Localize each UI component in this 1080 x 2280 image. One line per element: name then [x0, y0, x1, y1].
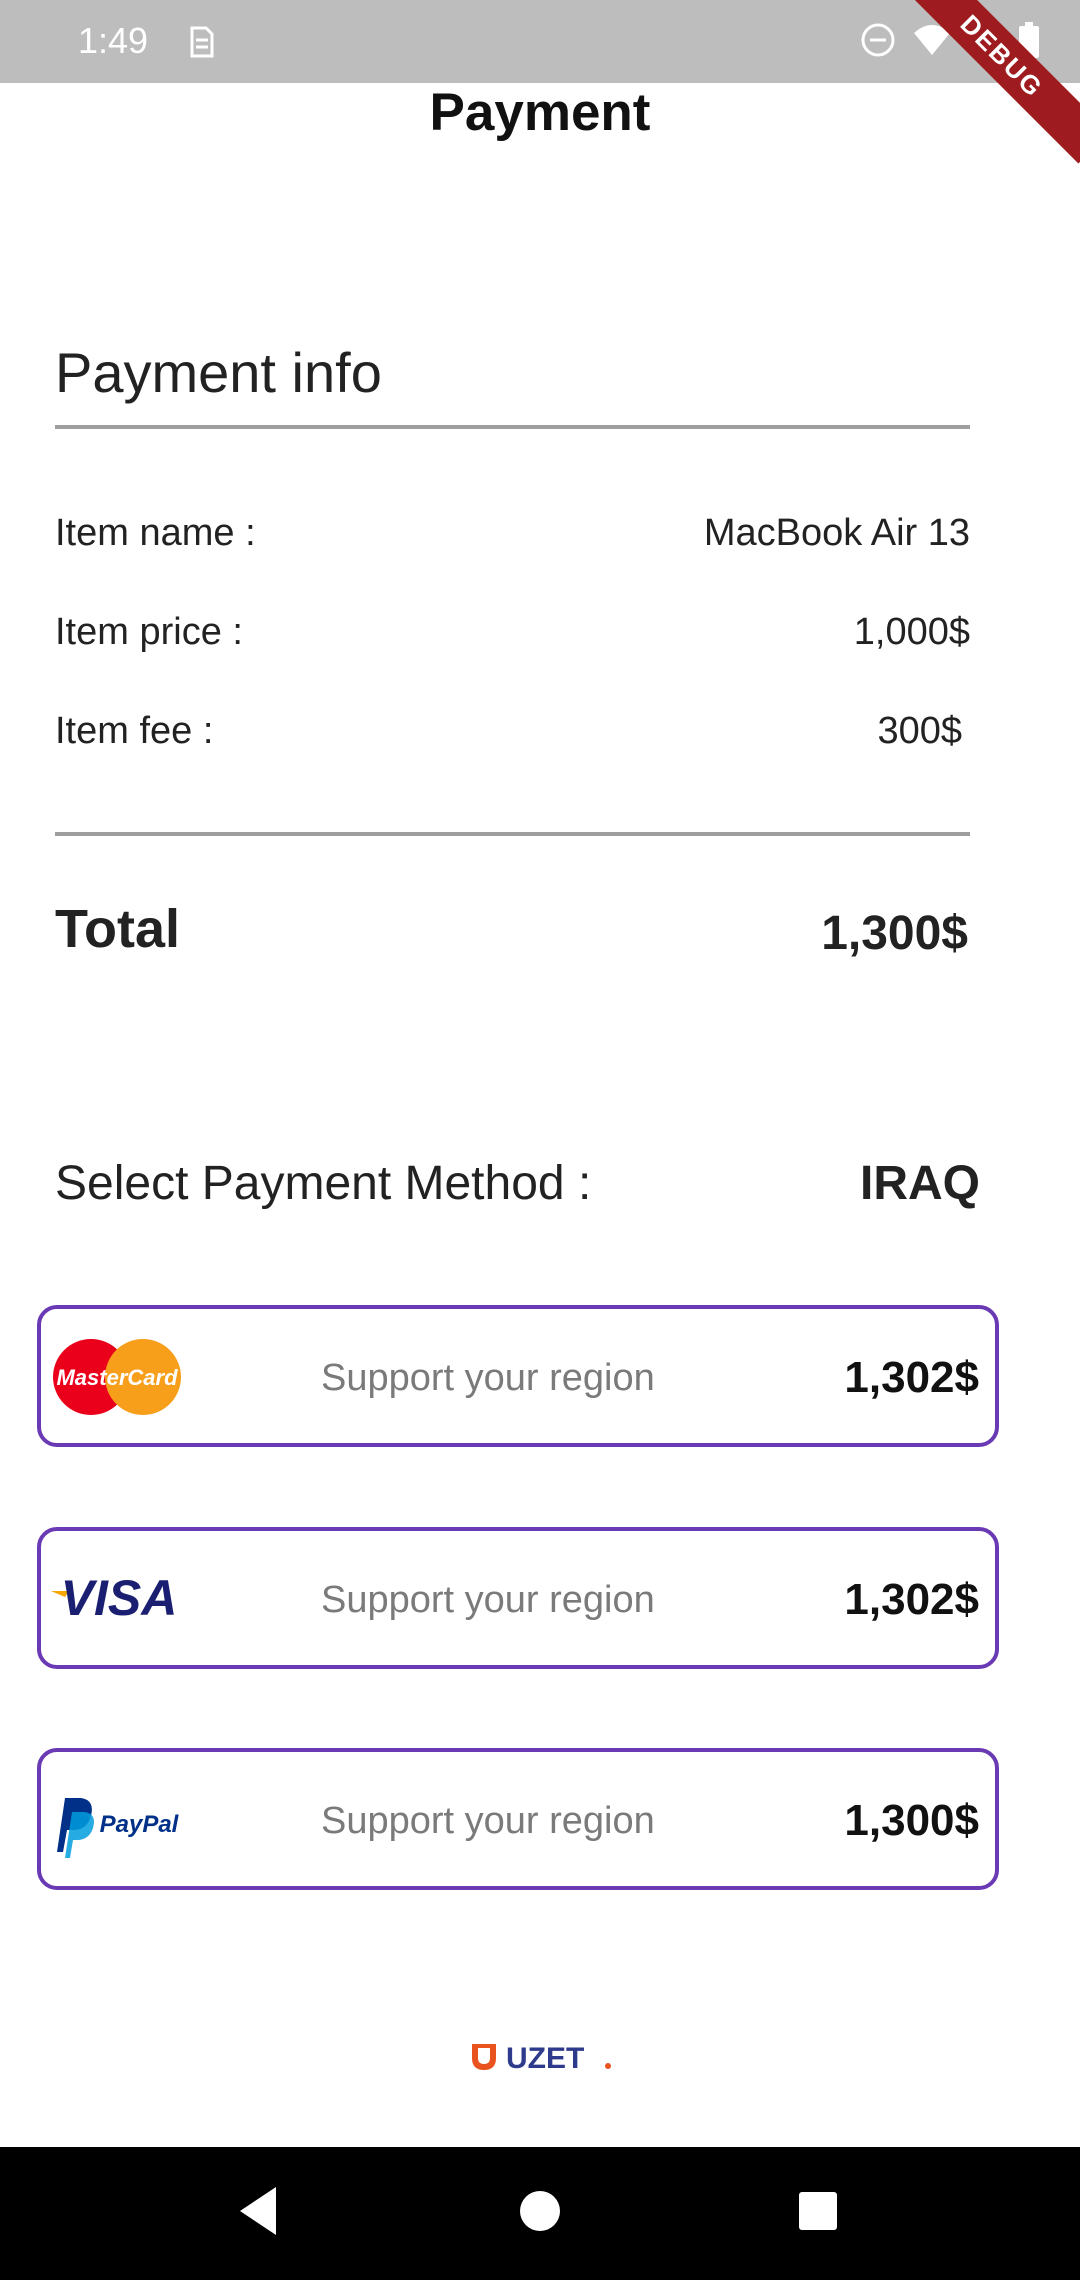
mastercard-logo-text: MasterCard — [56, 1365, 178, 1390]
payment-option-paypal[interactable]: PayPal Support your region 1,300$ — [37, 1748, 999, 1890]
payment-option-amount: 1,300$ — [844, 1796, 979, 1845]
payment-option-description: Support your region — [321, 1800, 655, 1842]
item-name-label: Item name : — [55, 512, 256, 554]
total-value: 1,300$ — [821, 907, 968, 960]
payment-option-description: Support your region — [321, 1579, 655, 1621]
divider — [55, 832, 970, 836]
item-fee-value: 300$ — [877, 710, 962, 752]
status-time: 1:49 — [78, 20, 149, 61]
payment-region[interactable]: IRAQ — [860, 1156, 980, 1211]
visa-logo: VISA — [51, 1570, 178, 1626]
status-bar: 1:49 DEBUG — [0, 0, 1080, 164]
item-price-label: Item price : — [55, 611, 243, 653]
navigation-bar — [0, 2147, 1080, 2280]
uzet-logo: UZET — [472, 2042, 611, 2074]
do-not-disturb-icon — [861, 23, 895, 57]
payment-option-amount: 1,302$ — [844, 1575, 979, 1624]
divider — [55, 425, 970, 429]
item-price-value: 1,000$ — [853, 611, 970, 653]
total-label: Total — [55, 899, 180, 959]
payment-method-label: Select Payment Method : — [55, 1157, 592, 1210]
recents-icon[interactable] — [796, 2183, 840, 2239]
visa-logo-text: VISA — [61, 1570, 178, 1626]
payment-info-heading: Payment info — [55, 341, 382, 404]
sim-card-icon — [190, 26, 214, 58]
item-fee-label: Item fee : — [55, 710, 214, 752]
paypal-logo-text: PayPal — [100, 1811, 180, 1838]
payment-option-mastercard[interactable]: MasterCard Support your region 1,302$ — [37, 1305, 999, 1447]
paypal-logo: PayPal — [57, 1798, 180, 1858]
item-name-value: MacBook Air 13 — [703, 512, 970, 554]
item-name-row: Item name : MacBook Air 13 — [55, 512, 970, 555]
payment-option-amount: 1,302$ — [844, 1353, 979, 1402]
payment-option-visa[interactable]: VISA Support your region 1,302$ — [37, 1527, 999, 1669]
home-icon[interactable] — [518, 2183, 562, 2239]
brand-name: UZET — [506, 2042, 584, 2074]
page-title: Payment — [429, 83, 651, 142]
item-price-row: Item price : 1,000$ — [55, 611, 970, 654]
payment-option-description: Support your region — [321, 1357, 655, 1399]
back-icon[interactable] — [236, 2183, 280, 2239]
item-fee-row: Item fee : 300$ — [55, 710, 970, 753]
mastercard-logo: MasterCard — [53, 1339, 181, 1415]
